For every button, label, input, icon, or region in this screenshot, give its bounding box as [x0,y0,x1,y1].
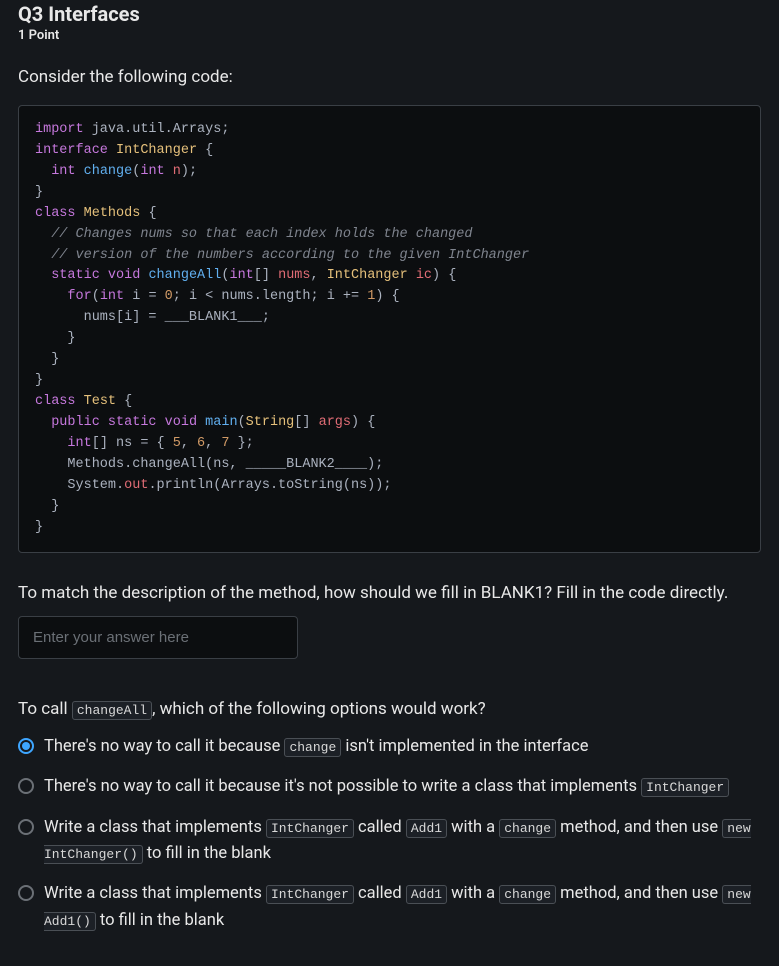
question-title: Q3 Interfaces [18,2,761,26]
inline-code: changeAll [72,701,152,720]
option-d[interactable]: Write a class that implements IntChanger… [18,881,761,934]
option-b[interactable]: There's no way to call it because it's n… [18,774,761,800]
mc-options: There's no way to call it because change… [18,734,761,934]
option-text: There's no way to call it because it's n… [44,774,761,800]
radio-icon[interactable] [18,885,34,901]
radio-icon[interactable] [18,778,34,794]
blank1-answer-input[interactable] [18,616,298,659]
radio-icon[interactable] [18,819,34,835]
option-text: Write a class that implements IntChanger… [44,881,761,934]
inline-code: IntChanger [266,819,354,838]
question-points: 1 Point [18,28,761,43]
inline-code: IntChanger [641,778,729,797]
option-text: There's no way to call it because change… [44,734,761,760]
inline-code: Add1 [406,819,447,838]
option-text: Write a class that implements IntChanger… [44,815,761,868]
radio-icon[interactable] [18,738,34,754]
question-intro: Consider the following code: [18,67,761,87]
inline-code: change [499,885,556,904]
inline-code: change [499,819,556,838]
option-c[interactable]: Write a class that implements IntChanger… [18,815,761,868]
inline-code: change [284,738,341,757]
inline-code: IntChanger [266,885,354,904]
blank1-prompt: To match the description of the method, … [18,581,761,606]
option-a[interactable]: There's no way to call it because change… [18,734,761,760]
code-block: import java.util.Arrays; interface IntCh… [18,105,761,553]
mc-prompt: To call changeAll, which of the followin… [18,697,761,722]
inline-code: Add1 [406,885,447,904]
